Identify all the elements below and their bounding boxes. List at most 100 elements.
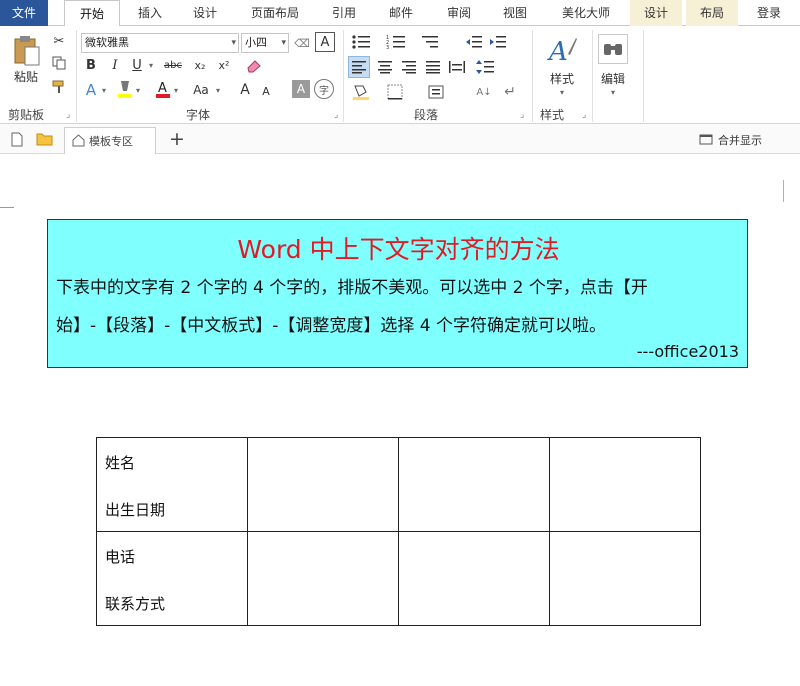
tab-template-zone[interactable]: 模板专区 <box>64 127 156 154</box>
bold-button[interactable]: B <box>82 56 100 74</box>
new-document-icon[interactable] <box>8 130 26 148</box>
justify-button[interactable] <box>422 56 444 78</box>
add-tab-button[interactable]: + <box>166 128 188 150</box>
superscript-button[interactable]: x² <box>214 56 234 74</box>
text-effects-icon[interactable]: A <box>82 80 100 100</box>
chevron-down-icon: ▾ <box>281 38 286 48</box>
tip-signature: ---office2013 <box>636 342 739 361</box>
svg-text:3: 3 <box>386 45 389 50</box>
bullets-icon[interactable] <box>350 32 372 52</box>
align-left-button[interactable] <box>348 56 370 78</box>
subscript-button[interactable]: x₂ <box>190 56 210 74</box>
clipboard-launcher-icon[interactable]: ⌟ <box>66 110 70 120</box>
table-cell[interactable]: 姓名 出生日期 <box>96 437 248 532</box>
paste-label[interactable]: 粘贴 <box>8 68 44 85</box>
tab-view[interactable]: 视图 <box>488 0 542 26</box>
eraser-icon[interactable] <box>244 56 264 74</box>
show-marks-icon[interactable]: ↵ <box>500 82 520 102</box>
char-shading-button[interactable]: A <box>292 80 310 98</box>
tab-references[interactable]: 引用 <box>318 0 370 26</box>
sort-icon[interactable]: A↓ <box>474 82 494 102</box>
font-color-icon[interactable]: A <box>154 78 172 100</box>
tab-review[interactable]: 审阅 <box>432 0 486 26</box>
binoculars-icon[interactable] <box>598 34 628 64</box>
line-spacing-icon[interactable] <box>474 56 496 78</box>
cell-text: 出生日期 <box>105 501 166 519</box>
styles-launcher-icon[interactable]: ⌟ <box>582 110 586 120</box>
cut-icon[interactable]: ✂ <box>50 32 68 50</box>
tab-table-layout[interactable]: 布局 <box>686 0 738 26</box>
chevron-down-icon[interactable]: ▾ <box>147 56 155 74</box>
styles-label[interactable]: 样式 <box>542 70 582 87</box>
shrink-font-button[interactable]: A <box>259 82 273 100</box>
align-center-button[interactable] <box>374 56 396 78</box>
chevron-down-icon[interactable]: ▾ <box>554 86 570 98</box>
separator <box>343 30 344 122</box>
enclose-char-button[interactable]: 字 <box>314 79 334 99</box>
cell-text: 姓名 <box>105 454 136 472</box>
login-link[interactable]: 登录 <box>744 0 794 26</box>
cell-text: 电话 <box>105 548 136 566</box>
table-cell[interactable] <box>549 437 701 532</box>
chevron-down-icon[interactable]: ▾ <box>100 80 108 100</box>
font-name-combo[interactable]: 微软雅黑 ▾ <box>81 33 239 53</box>
multilevel-list-icon[interactable] <box>420 32 442 52</box>
svg-text:A: A <box>547 37 568 66</box>
numbering-icon[interactable]: 123 <box>385 32 407 52</box>
tip-textbox[interactable]: Word 中上下文字对齐的方法 下表中的文字有 2 个字的 4 个字的，排版不美… <box>47 219 748 368</box>
tab-file[interactable]: 文件 <box>0 0 48 26</box>
cell-text: 联系方式 <box>105 595 166 613</box>
tip-title: Word 中上下文字对齐的方法 <box>237 235 560 264</box>
merge-display-label[interactable]: 合并显示 <box>718 132 762 148</box>
ribbon: 粘贴 ✂ 剪贴板 ⌟ 微软雅黑 ▾ 小四 ▾ ⌫ A B I U ▾ abc x₂ … <box>0 26 800 124</box>
strikethrough-button[interactable]: abc <box>160 56 186 74</box>
table-cell[interactable] <box>549 531 701 626</box>
chevron-down-icon[interactable]: ▾ <box>605 86 621 98</box>
distributed-align-button[interactable] <box>446 56 468 78</box>
paragraph-launcher-icon[interactable]: ⌟ <box>520 110 524 120</box>
tab-table-design[interactable]: 设计 <box>630 0 682 26</box>
tab-design[interactable]: 设计 <box>178 0 232 26</box>
styles-icon[interactable]: A <box>544 32 580 68</box>
table-row: 电话 联系方式 <box>96 531 701 626</box>
folder-icon[interactable] <box>34 130 54 148</box>
paragraph-group-label: 段落 <box>414 108 439 122</box>
tab-mailings[interactable]: 邮件 <box>374 0 428 26</box>
align-right-button[interactable] <box>398 56 420 78</box>
page-margin-marker <box>783 180 784 202</box>
copy-icon[interactable] <box>50 54 68 72</box>
tab-home[interactable]: 开始 <box>64 0 120 27</box>
chevron-down-icon[interactable]: ▾ <box>214 80 222 100</box>
paste-icon[interactable] <box>10 34 44 68</box>
table-cell[interactable] <box>247 437 399 532</box>
doc-tab-label: 模板专区 <box>89 135 133 148</box>
char-border-icon[interactable]: A <box>315 32 335 52</box>
increase-indent-icon[interactable] <box>488 32 508 52</box>
chevron-down-icon[interactable]: ▾ <box>172 80 180 100</box>
table-cell[interactable]: 电话 联系方式 <box>96 531 248 626</box>
clear-format-icon[interactable]: ⌫ <box>292 33 312 53</box>
tab-insert[interactable]: 插入 <box>124 0 176 26</box>
table-cell[interactable] <box>247 531 399 626</box>
editing-label[interactable]: 编辑 <box>594 70 632 87</box>
grow-font-button[interactable]: A <box>237 80 253 100</box>
shading-icon[interactable] <box>350 82 372 102</box>
font-size-combo[interactable]: 小四 ▾ <box>241 33 289 53</box>
tab-beautify[interactable]: 美化大师 <box>546 0 626 26</box>
borders-icon[interactable] <box>384 82 406 102</box>
highlight-icon[interactable] <box>116 78 134 100</box>
font-launcher-icon[interactable]: ⌟ <box>334 110 338 120</box>
chinese-layout-icon[interactable] <box>426 82 446 102</box>
table-cell[interactable] <box>398 531 550 626</box>
format-painter-icon[interactable] <box>50 78 68 96</box>
merge-display-icon[interactable] <box>698 131 714 147</box>
decrease-indent-icon[interactable] <box>464 32 484 52</box>
table-cell[interactable] <box>398 437 550 532</box>
chevron-down-icon: ▾ <box>231 38 236 48</box>
underline-button[interactable]: U <box>128 56 146 74</box>
tab-page-layout[interactable]: 页面布局 <box>236 0 314 26</box>
tip-text-line: 始】-【段落】-【中文板式】-【调整宽度】选择 4 个字符确定就可以啦。 <box>56 316 607 336</box>
chevron-down-icon[interactable]: ▾ <box>134 80 142 100</box>
italic-button[interactable]: I <box>106 56 124 74</box>
change-case-button[interactable]: Aa <box>188 80 214 100</box>
